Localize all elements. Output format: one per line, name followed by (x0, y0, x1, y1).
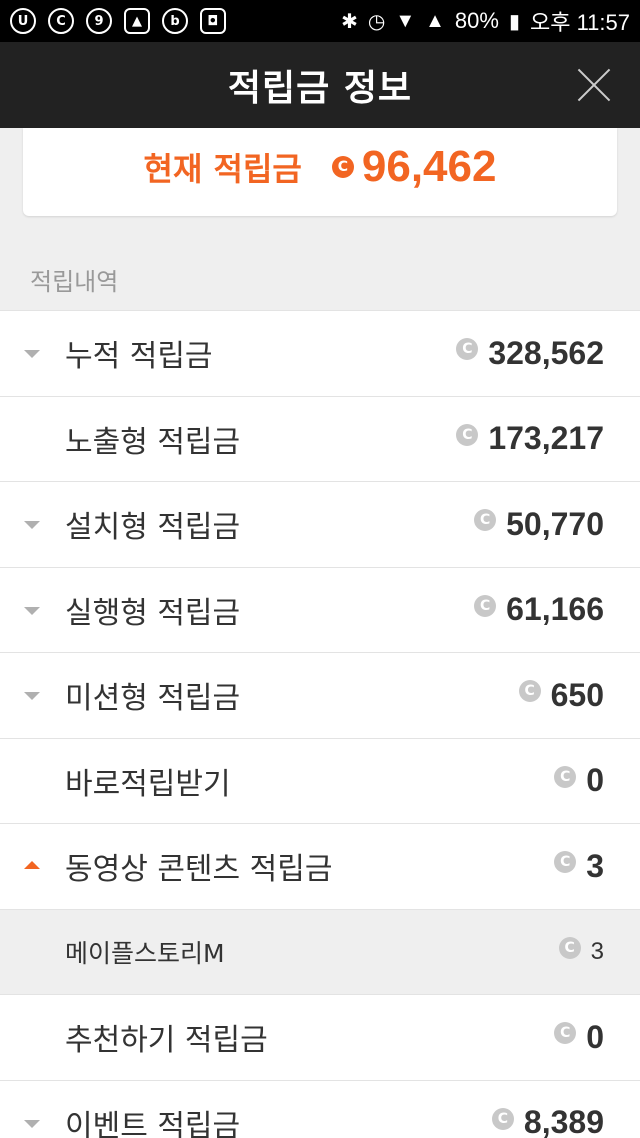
list-item[interactable]: 실행형 적립금 C 61,166 (0, 566, 640, 652)
bluetooth-icon: ✱ (341, 10, 358, 33)
list-item-value-group: C 61,166 (474, 591, 604, 628)
coin-icon: C (554, 1022, 577, 1045)
list-item: 추천하기 적립금 C 0 (0, 994, 640, 1080)
list-item-value-group: C 173,217 (456, 420, 604, 457)
list-item-value: 8,389 (523, 1104, 604, 1138)
b-icon: b (162, 8, 188, 34)
list-item-label: 동영상 콘텐츠 적립금 (65, 852, 333, 888)
list-item-value: 0 (586, 762, 604, 799)
current-points-label: 현재 적립금 (143, 150, 302, 188)
signal-icon: ▲ (425, 9, 445, 32)
status-bar: U C 9 ▲ b ◘ ✱ ◷ ▼ ▲ 80% ▮ 오후 11:57 (0, 0, 640, 42)
points-history-list: 누적 적립금 C 328,562 노출형 적립금 C 173,217 설치형 적립금 C 50,… (0, 310, 640, 1138)
chevron-down-icon[interactable] (24, 1119, 40, 1128)
list-item-value: 50,770 (506, 505, 604, 542)
list-item: 노출형 적립금 C 173,217 (0, 395, 640, 481)
list-item-label: 누적 적립금 (65, 339, 213, 375)
list-item: 메이플스토리M C 3 (0, 908, 640, 994)
nine-icon: 9 (86, 8, 112, 34)
section-title: 적립내역 (30, 268, 119, 296)
notification-icons: U C 9 ▲ b ◘ (10, 8, 226, 34)
page-title: 적립금 정보 (227, 68, 413, 109)
list-item[interactable]: 설치형 적립금 C 50,770 (0, 481, 640, 567)
list-item-value: 3 (590, 937, 604, 965)
list-item-label: 실행형 적립금 (65, 595, 241, 631)
close-icon[interactable] (572, 63, 616, 107)
image-icon: ▲ (124, 8, 150, 34)
list-item-value-group: C0 (554, 1019, 604, 1056)
list-item-value-group: C 8,389 (491, 1104, 604, 1138)
list-item-value: 328,562 (488, 334, 604, 371)
coin-icon: C (331, 156, 354, 178)
list-item-label: 설치형 적립금 (65, 510, 241, 546)
current-points-value: 96,462 (361, 142, 497, 191)
coin-icon: C (554, 851, 577, 874)
coin-icon: C (558, 936, 581, 959)
chevron-up-icon[interactable] (24, 861, 40, 870)
list-item[interactable]: 이벤트 적립금 C 8,389 (0, 1079, 640, 1138)
current-points-card: 현재 적립금 C 96,462 (23, 128, 617, 216)
list-item-value-group: C 328,562 (456, 335, 604, 372)
u-plus-icon: U (10, 8, 36, 34)
chevron-down-icon[interactable] (24, 692, 40, 701)
chevron-down-icon[interactable] (24, 606, 40, 615)
list-item-label: 이벤트 적립금 (65, 1108, 241, 1138)
wifi-icon: ▼ (395, 9, 416, 32)
list-item-value: 3 (586, 847, 604, 884)
list-item-label: 바로적립받기 (65, 766, 231, 802)
list-item[interactable]: 누적 적립금 C 328,562 (0, 310, 640, 396)
app-bar: 적립금 정보 (0, 42, 640, 128)
list-item-label: 메이플스토리M (65, 938, 225, 968)
list-item-value-group: C3 (558, 936, 604, 966)
list-item[interactable]: 동영상 콘텐츠 적립금 C 3 (0, 823, 640, 909)
list-item-value: 173,217 (488, 420, 604, 457)
list-item-value-group: C 650 (518, 676, 604, 714)
chevron-down-icon[interactable] (24, 521, 40, 530)
list-item-value-group: C3 (554, 848, 604, 885)
list-item-label: 추천하기 적립금 (65, 1023, 268, 1059)
list-item-value-group: C0 (554, 762, 604, 799)
list-item-label: 미션형 적립금 (65, 681, 241, 717)
coin-icon: C (474, 509, 497, 532)
list-item-label: 노출형 적립금 (65, 424, 241, 460)
coin-icon: C (491, 1107, 514, 1130)
clock: 오후 11:57 (529, 10, 630, 35)
list-item-value-group: C 50,770 (474, 506, 604, 543)
coin-icon: C (518, 680, 541, 703)
coin-icon: C (456, 423, 479, 446)
lock-icon: ◘ (200, 8, 226, 34)
coin-icon: C (456, 338, 479, 361)
coin-icon: C (474, 594, 497, 617)
list-item: 바로적립받기 C 0 (0, 737, 640, 823)
coin-icon: C (554, 765, 577, 788)
c-icon: C (48, 8, 74, 34)
chevron-down-icon[interactable] (24, 350, 40, 359)
list-item-value: 650 (550, 676, 604, 713)
battery-icon: ▮ (508, 10, 520, 33)
list-item-value: 61,166 (506, 591, 604, 628)
list-item[interactable]: 미션형 적립금 C 650 (0, 652, 640, 738)
list-item-value: 0 (586, 1018, 604, 1055)
alarm-icon: ◷ (367, 10, 386, 33)
battery-percent: 80% (454, 8, 499, 33)
system-status: ✱ ◷ ▼ ▲ 80% ▮ 오후 11:57 (341, 5, 630, 37)
